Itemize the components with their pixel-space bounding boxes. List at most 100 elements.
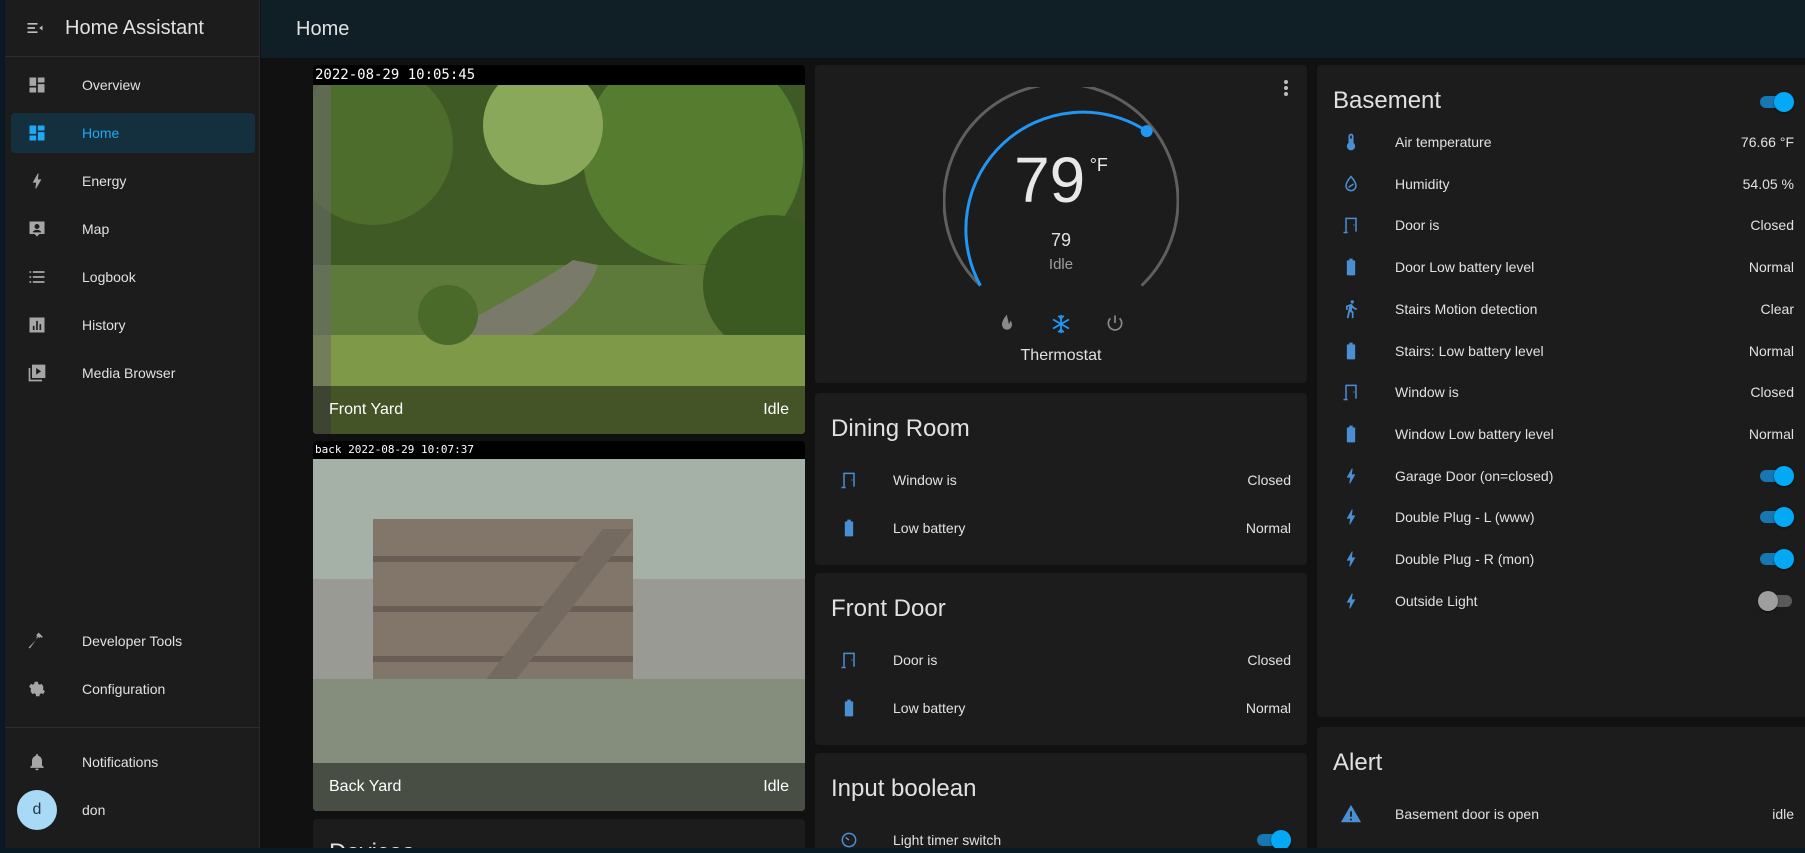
entity-state: Closed	[1247, 652, 1291, 668]
door-icon	[1339, 213, 1363, 237]
motion-sensor-icon	[1339, 297, 1363, 321]
entity-row-low-battery[interactable]: Low battery Normal	[815, 684, 1307, 732]
sidebar-item-map[interactable]: Map	[11, 209, 255, 249]
entity-row[interactable]: Window is Closed	[1317, 371, 1805, 413]
sidebar-item-logbook[interactable]: Logbook	[11, 257, 255, 297]
card-title: Devices	[329, 839, 414, 848]
page-title: Home	[296, 17, 350, 40]
sidebar-header: Home Assistant	[5, 0, 259, 57]
lightning-icon	[1339, 464, 1363, 488]
entity-row-door[interactable]: Door is Closed	[815, 636, 1307, 684]
sidebar-item-label: Energy	[82, 173, 127, 189]
sidebar-item-energy[interactable]: Energy	[11, 161, 255, 201]
header-toggle-switch[interactable]	[1758, 92, 1794, 112]
entity-row-basement-door-alert[interactable]: Basement door is open idle	[1317, 790, 1805, 838]
app-window: Home Assistant Overview Home Energy Map …	[5, 0, 1805, 848]
entity-row[interactable]: Outside Light	[1317, 580, 1805, 622]
sidebar-item-label: History	[82, 317, 126, 333]
entity-row[interactable]: Window Low battery level Normal	[1317, 413, 1805, 455]
front-door-card: Front Door Door is Closed Low battery No…	[815, 573, 1307, 745]
entity-state: Closed	[1750, 217, 1794, 234]
entity-state: Closed	[1247, 472, 1291, 488]
devices-card: Devices	[313, 819, 805, 848]
camera-timestamp: 2022-08-29 10:05:45	[313, 65, 805, 85]
entity-name: Stairs: Low battery level	[1395, 342, 1544, 359]
sidebar-item-label: Overview	[82, 77, 141, 93]
entity-name: Window is	[1395, 384, 1459, 401]
entity-state: 76.66 °F	[1740, 134, 1794, 150]
sidebar-item-overview[interactable]: Overview	[11, 65, 255, 105]
sidebar-item-notifications[interactable]: Notifications	[11, 742, 255, 782]
entity-name: Air temperature	[1395, 134, 1492, 150]
sidebar-item-user[interactable]: d don	[11, 790, 255, 830]
sidebar-item-label: Logbook	[82, 269, 136, 285]
lightning-icon	[1339, 589, 1363, 613]
entity-row[interactable]: Stairs Motion detection Clear	[1317, 288, 1805, 330]
toggle-switch[interactable]	[1255, 830, 1291, 848]
camera-card-front-yard[interactable]: 2022-08-29 10:05:45 Front Yard Idle	[313, 65, 805, 434]
water-percent-icon	[1339, 172, 1363, 196]
entity-row[interactable]: Double Plug - R (mon)	[1317, 538, 1805, 580]
toggle-switch[interactable]	[1758, 549, 1794, 569]
entity-row[interactable]: Garage Door (on=closed)	[1317, 455, 1805, 497]
gear-icon	[25, 677, 49, 701]
camera-timestamp: back 2022-08-29 10:07:37	[313, 441, 805, 459]
list-icon	[25, 265, 49, 289]
sidebar-item-label: Media Browser	[82, 365, 176, 381]
entity-state: 54.05 %	[1742, 175, 1794, 192]
sidebar-item-history[interactable]: History	[11, 305, 255, 345]
camera-image-back-yard	[313, 459, 805, 811]
sidebar-item-media-browser[interactable]: Media Browser	[11, 353, 255, 393]
battery-icon	[1339, 255, 1363, 279]
toggle-switch[interactable]	[1758, 590, 1794, 611]
window-door-icon	[837, 468, 861, 492]
camera-footer: Front Yard Idle	[313, 386, 805, 434]
avatar: d	[17, 790, 57, 830]
entity-row-window[interactable]: Window is Closed	[815, 456, 1307, 504]
entity-row-light-timer[interactable]: Light timer switch	[815, 816, 1307, 848]
thermostat-name: Thermostat	[1020, 347, 1102, 364]
thermometer-icon	[1339, 130, 1363, 154]
card-title: Dining Room	[831, 415, 970, 442]
entity-row[interactable]: Air temperature 76.66 °F	[1317, 121, 1805, 163]
camera-card-back-yard[interactable]: back 2022-08-29 10:07:37 Back Yard Idle	[313, 441, 805, 811]
toggle-switch[interactable]	[1758, 465, 1794, 486]
entity-name: Double Plug - L (www)	[1395, 509, 1535, 526]
card-title: Basement	[1333, 87, 1442, 114]
entity-row[interactable]: Double Plug - L (www)	[1317, 496, 1805, 538]
dashboard-icon	[25, 73, 49, 97]
lightning-icon	[1339, 547, 1363, 571]
sidebar-item-developer-tools[interactable]: Developer Tools	[11, 621, 255, 661]
entity-name: Low battery	[893, 700, 966, 716]
entity-row[interactable]: Humidity 54.05 %	[1317, 163, 1805, 205]
sidebar-item-label: Notifications	[82, 754, 159, 770]
play-box-icon	[25, 361, 49, 385]
sidebar-item-home[interactable]: Home	[11, 113, 255, 153]
sidebar-item-configuration[interactable]: Configuration	[11, 669, 255, 709]
card-title: Alert	[1333, 749, 1383, 776]
basement-card: Basement Air temperature 76.66 °F Humidity…	[1317, 65, 1805, 717]
snowflake-icon[interactable]	[1050, 313, 1072, 340]
power-icon[interactable]	[1105, 313, 1125, 340]
hammer-icon	[25, 629, 49, 653]
entity-state: Normal	[1748, 425, 1794, 442]
toggle-switch[interactable]	[1758, 507, 1794, 528]
dining-room-card: Dining Room Window is Closed Low battery…	[815, 393, 1307, 565]
target-temperature: 79	[1050, 230, 1072, 250]
entity-state: Normal	[1748, 342, 1794, 359]
entity-name: Door Low battery level	[1395, 259, 1535, 276]
flame-icon[interactable]	[997, 313, 1017, 340]
entity-row[interactable]: Door Low battery level Normal	[1317, 246, 1805, 288]
battery-icon	[837, 696, 861, 720]
entity-row[interactable]: Stairs: Low battery level Normal	[1317, 330, 1805, 372]
more-options-icon[interactable]	[1283, 79, 1289, 102]
timer-icon	[837, 828, 861, 848]
entity-state: Normal	[1245, 520, 1291, 536]
entity-row-low-battery[interactable]: Low battery Normal	[815, 504, 1307, 552]
camera-state: Idle	[763, 778, 789, 795]
card-title: Input boolean	[831, 775, 977, 802]
input-boolean-card: Input boolean Light timer switch	[815, 753, 1307, 848]
menu-toggle-icon[interactable]	[23, 16, 47, 40]
entity-row[interactable]: Door is Closed	[1317, 204, 1805, 246]
entity-name: Double Plug - R (mon)	[1395, 551, 1535, 567]
